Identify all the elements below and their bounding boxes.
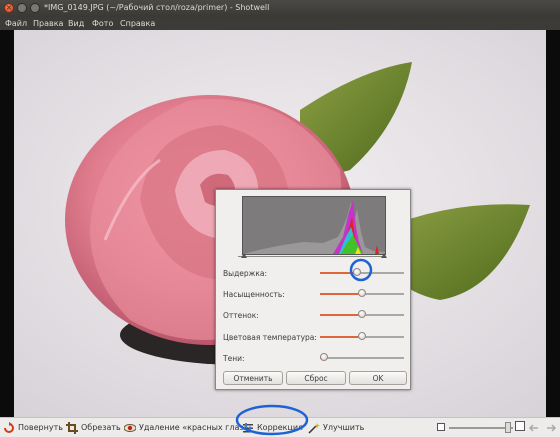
- slider-knob[interactable]: [358, 332, 366, 340]
- zoom-slider[interactable]: [449, 427, 513, 429]
- saturation-label: Насыщенность:: [223, 290, 285, 299]
- slider-knob[interactable]: [358, 310, 366, 318]
- zoom-out-icon[interactable]: [437, 423, 445, 431]
- menu-help[interactable]: Справка: [120, 19, 155, 28]
- redeye-icon: [124, 423, 136, 432]
- rotate-icon: [4, 421, 14, 433]
- rotate-label: Повернуть: [18, 423, 63, 432]
- histogram-left-handle[interactable]: [241, 253, 247, 258]
- ok-button[interactable]: OK: [349, 371, 407, 385]
- annotation-ellipse: [235, 404, 309, 436]
- prev-arrow-icon[interactable]: [528, 422, 540, 434]
- rotate-button[interactable]: Повернуть: [3, 421, 63, 435]
- slider-fill: [320, 293, 362, 295]
- histogram-graph: [243, 200, 385, 254]
- minimize-window-button[interactable]: [17, 3, 27, 13]
- crop-icon: [66, 421, 78, 434]
- menu-view[interactable]: Вид: [68, 19, 84, 28]
- shadows-slider[interactable]: [320, 353, 404, 361]
- menu-edit[interactable]: Правка: [33, 19, 63, 28]
- zoom-in-icon[interactable]: [515, 421, 525, 431]
- title-bar: × *IMG_0149.JPG (~/Рабочий стол/roza/pri…: [0, 0, 560, 17]
- slider-fill: [320, 314, 362, 316]
- letterbox-right: [546, 30, 560, 417]
- redeye-button[interactable]: Удаление «красных глаз»: [124, 421, 249, 435]
- tint-slider[interactable]: [320, 310, 404, 318]
- crop-button[interactable]: Обрезать: [66, 421, 121, 435]
- tint-label: Оттенок:: [223, 311, 259, 320]
- histogram: [242, 196, 386, 255]
- close-window-button[interactable]: ×: [4, 3, 14, 13]
- redeye-label: Удаление «красных глаз»: [139, 423, 249, 432]
- histogram-right-handle[interactable]: [381, 253, 387, 258]
- enhance-button[interactable]: Улучшить: [308, 421, 364, 435]
- enhance-label: Улучшить: [323, 423, 365, 432]
- cancel-button[interactable]: Отменить: [223, 371, 283, 385]
- window-title: *IMG_0149.JPG (~/Рабочий стол/roza/prime…: [44, 3, 270, 12]
- adjust-dialog: Выдержка: Насыщенность: Оттенок: Цветова…: [215, 189, 411, 390]
- next-arrow-icon[interactable]: [545, 422, 557, 434]
- maximize-window-button[interactable]: [30, 3, 40, 13]
- temperature-label: Цветовая температура:: [223, 333, 317, 342]
- menu-file[interactable]: Файл: [5, 19, 27, 28]
- slider-fill: [320, 336, 362, 338]
- slider-knob[interactable]: [358, 289, 366, 297]
- bottom-toolbar: Повернуть Обрезать Удаление «красных гла…: [0, 404, 560, 437]
- reset-button[interactable]: Сброс: [286, 371, 346, 385]
- letterbox-left: [0, 30, 14, 417]
- exposure-label: Выдержка:: [223, 269, 268, 278]
- slider-knob[interactable]: [320, 353, 329, 361]
- zoom-slider-knob[interactable]: [505, 422, 511, 433]
- temperature-slider[interactable]: [320, 332, 404, 340]
- annotation-circle: [349, 258, 373, 282]
- shadows-label: Тени:: [223, 354, 245, 363]
- saturation-slider[interactable]: [320, 289, 404, 297]
- crop-label: Обрезать: [81, 423, 121, 432]
- menu-bar: Файл Правка Вид Фото Справка: [0, 17, 560, 30]
- close-icon: ×: [5, 3, 13, 12]
- menu-photo[interactable]: Фото: [92, 19, 113, 28]
